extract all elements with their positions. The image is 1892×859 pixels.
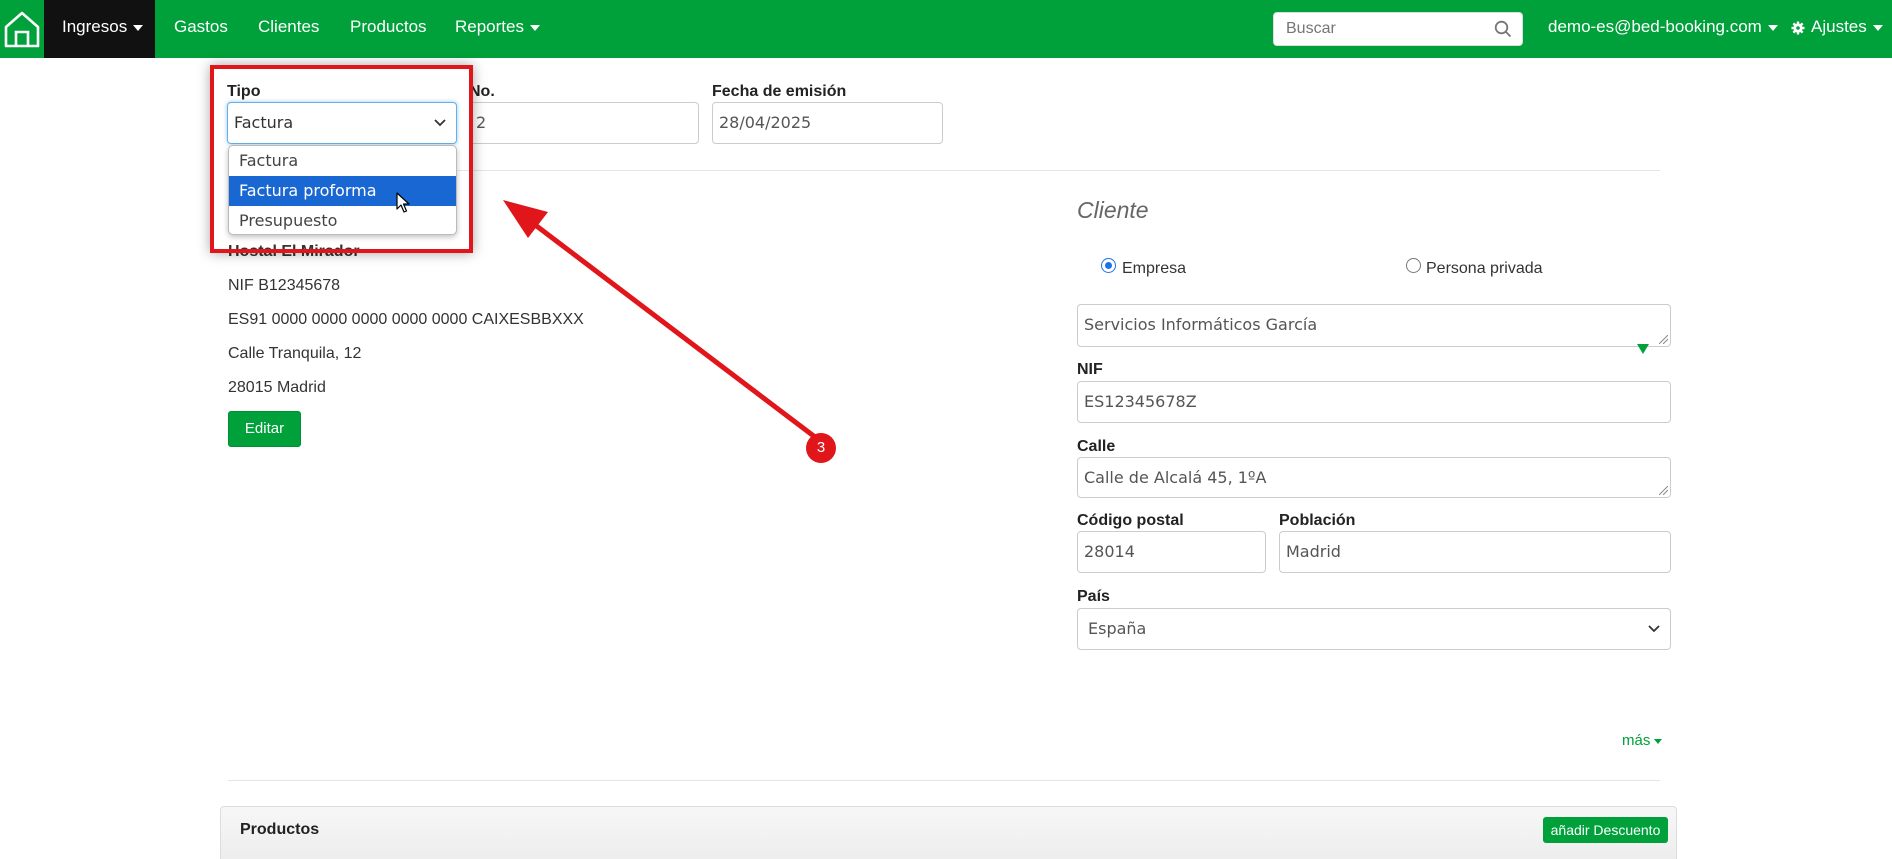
annotation-arrow-icon — [503, 200, 818, 440]
step-badge: 3 — [806, 433, 836, 463]
